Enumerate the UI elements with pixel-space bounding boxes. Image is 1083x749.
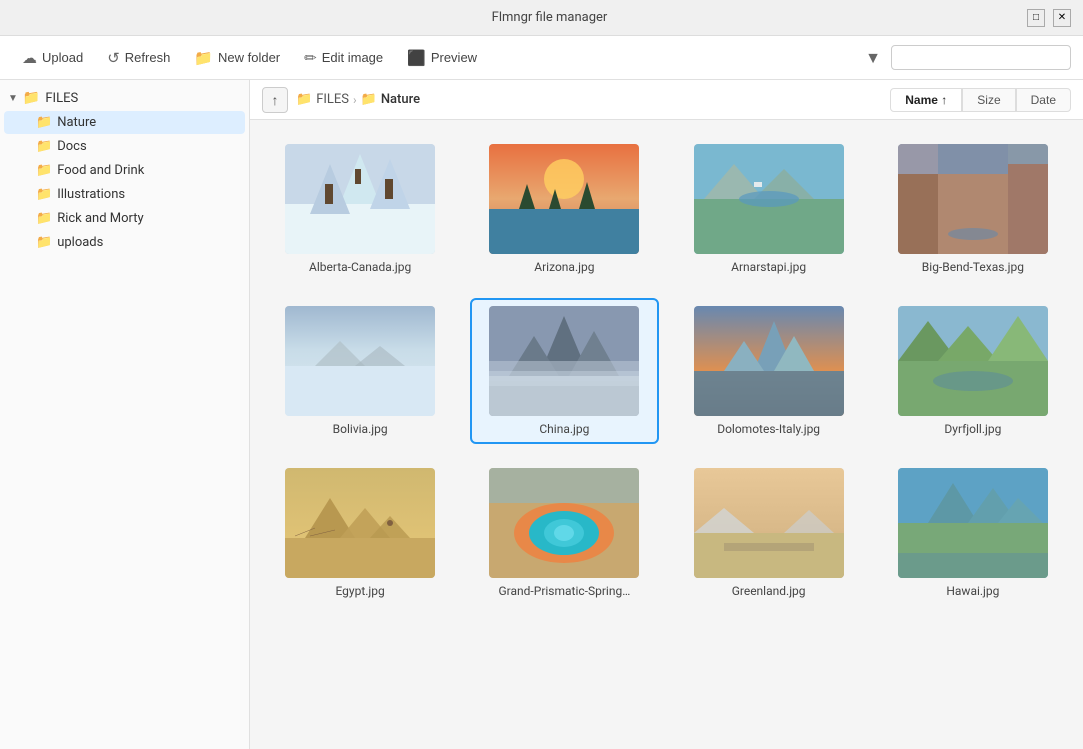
file-thumbnail [285, 144, 435, 254]
minimize-button[interactable]: □ [1027, 9, 1045, 27]
folder-icon: 📁 [36, 163, 52, 178]
folder-icon: 📁 [36, 235, 52, 250]
file-thumbnail [694, 468, 844, 578]
file-thumbnail [489, 306, 639, 416]
file-item[interactable]: Arizona.jpg [470, 136, 658, 282]
edit-image-icon: ✏ [304, 49, 317, 67]
root-folder-icon: 📁 [23, 90, 40, 106]
file-name: Dyrfjoll.jpg [944, 422, 1001, 436]
file-thumbnail [898, 306, 1048, 416]
file-item[interactable]: China.jpg [470, 298, 658, 444]
file-thumbnail [694, 144, 844, 254]
filter-icon: ▼ [865, 48, 881, 68]
content-area: ↑ 📁 FILES › 📁 Nature Name ↑ Size Date Al… [250, 80, 1083, 749]
file-thumbnail [285, 468, 435, 578]
file-name: Big-Bend-Texas.jpg [922, 260, 1024, 274]
sidebar-item-label: Docs [57, 139, 86, 154]
edit-image-button[interactable]: ✏ Edit image [294, 44, 393, 72]
file-item[interactable]: Hawai.jpg [879, 460, 1067, 606]
file-name: Hawai.jpg [946, 584, 999, 598]
sort-controls: Name ↑ Size Date [890, 88, 1071, 112]
sidebar-root-label: FILES [45, 91, 78, 106]
file-name: Grand-Prismatic-Spring… [499, 584, 631, 598]
window-controls: □ ✕ [1027, 9, 1071, 27]
file-item[interactable]: Greenland.jpg [675, 460, 863, 606]
preview-icon: ⬛ [407, 49, 426, 67]
file-grid-wrapper: Alberta-Canada.jpg Arizona.jpg Arnarstap… [250, 120, 1083, 749]
sort-date-button[interactable]: Date [1016, 88, 1071, 112]
file-item[interactable]: Big-Bend-Texas.jpg [879, 136, 1067, 282]
file-thumbnail [898, 144, 1048, 254]
file-thumbnail [694, 306, 844, 416]
file-item[interactable]: Alberta-Canada.jpg [266, 136, 454, 282]
file-item[interactable]: Egypt.jpg [266, 460, 454, 606]
close-button[interactable]: ✕ [1053, 9, 1071, 27]
sidebar-item-rick-and-morty[interactable]: 📁 Rick and Morty [4, 207, 245, 230]
file-name: Egypt.jpg [335, 584, 384, 598]
file-item[interactable]: Grand-Prismatic-Spring… [470, 460, 658, 606]
sidebar-item-nature[interactable]: 📁 Nature [4, 111, 245, 134]
file-item[interactable]: Bolivia.jpg [266, 298, 454, 444]
folder-icon: 📁 [36, 115, 52, 130]
new-folder-button[interactable]: 📁 New folder [184, 44, 290, 72]
chevron-down-icon: ▼ [8, 93, 18, 104]
file-thumbnail [489, 468, 639, 578]
file-name: China.jpg [539, 422, 589, 436]
toolbar: ☁ Upload ↺ Refresh 📁 New folder ✏ Edit i… [0, 36, 1083, 80]
sidebar-item-label: uploads [57, 235, 103, 250]
breadcrumb-folder-icon: 📁 [296, 92, 312, 107]
upload-icon: ☁ [22, 49, 37, 67]
file-name: Greenland.jpg [732, 584, 806, 598]
file-item[interactable]: Dyrfjoll.jpg [879, 298, 1067, 444]
breadcrumb: 📁 FILES › 📁 Nature [296, 92, 420, 107]
sidebar-item-food-and-drink[interactable]: 📁 Food and Drink [4, 159, 245, 182]
file-thumbnail [285, 306, 435, 416]
file-name: Alberta-Canada.jpg [309, 260, 411, 274]
sidebar-item-docs[interactable]: 📁 Docs [4, 135, 245, 158]
refresh-icon: ↺ [107, 49, 120, 67]
breadcrumb-separator: › [353, 93, 357, 107]
nav-up-button[interactable]: ↑ [262, 87, 288, 113]
search-input[interactable] [891, 45, 1071, 70]
refresh-button[interactable]: ↺ Refresh [97, 44, 180, 72]
file-name: Dolomotes-Italy.jpg [717, 422, 820, 436]
sidebar-item-uploads[interactable]: 📁 uploads [4, 231, 245, 254]
file-name: Arizona.jpg [534, 260, 594, 274]
new-folder-icon: 📁 [194, 49, 213, 67]
folder-icon: 📁 [36, 139, 52, 154]
upload-button[interactable]: ☁ Upload [12, 44, 93, 72]
file-grid: Alberta-Canada.jpg Arizona.jpg Arnarstap… [266, 136, 1067, 606]
sidebar-item-label: Rick and Morty [57, 211, 144, 226]
folder-icon: 📁 [36, 187, 52, 202]
sidebar-root-item[interactable]: ▼ 📁 FILES [0, 86, 249, 110]
folder-icon: 📁 [36, 211, 52, 226]
sort-size-button[interactable]: Size [962, 88, 1015, 112]
breadcrumb-current-folder-icon: 📁 [361, 92, 377, 107]
sidebar-item-illustrations[interactable]: 📁 Illustrations [4, 183, 245, 206]
file-name: Arnarstapi.jpg [731, 260, 806, 274]
main-layout: ▼ 📁 FILES 📁 Nature 📁 Docs 📁 Food and Drink 📁 Il… [0, 80, 1083, 749]
window-title: Flmngr file manager [72, 10, 1027, 25]
titlebar: Flmngr file manager □ ✕ [0, 0, 1083, 36]
file-name: Bolivia.jpg [333, 422, 388, 436]
sidebar-item-label: Nature [57, 115, 96, 130]
sidebar-item-label: Illustrations [57, 187, 125, 202]
nav-bar: ↑ 📁 FILES › 📁 Nature Name ↑ Size Date [250, 80, 1083, 120]
preview-button[interactable]: ⬛ Preview [397, 44, 487, 72]
breadcrumb-current: Nature [381, 92, 420, 107]
sidebar-item-label: Food and Drink [57, 163, 144, 178]
file-item[interactable]: Dolomotes-Italy.jpg [675, 298, 863, 444]
sidebar: ▼ 📁 FILES 📁 Nature 📁 Docs 📁 Food and Drink 📁 Il… [0, 80, 250, 749]
file-thumbnail [489, 144, 639, 254]
breadcrumb-root[interactable]: FILES [316, 92, 349, 107]
file-item[interactable]: Arnarstapi.jpg [675, 136, 863, 282]
sort-name-button[interactable]: Name ↑ [890, 88, 962, 112]
file-thumbnail [898, 468, 1048, 578]
